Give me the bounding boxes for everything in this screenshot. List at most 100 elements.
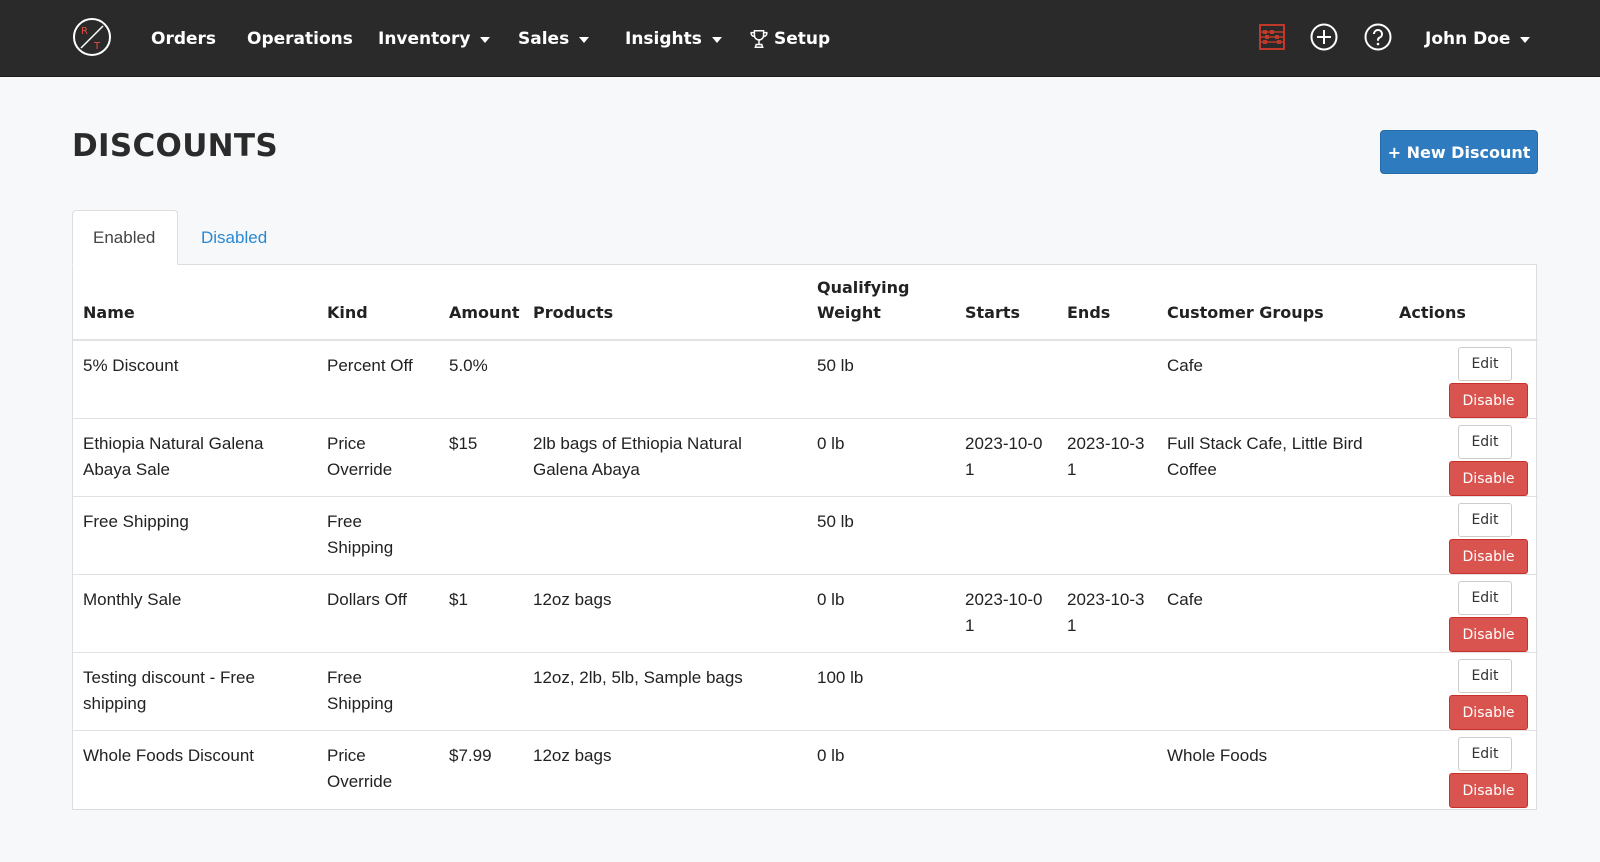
cell-starts <box>955 731 1057 809</box>
cell-kind: Price Override <box>317 418 439 497</box>
table-row: 5% Discount Percent Off 5.0% 50 lb Cafe … <box>73 340 1538 419</box>
col-header-qualifying-weight[interactable]: Qualifying Weight <box>807 265 955 341</box>
nav-operations-label: Operations <box>247 28 353 49</box>
cell-weight: 50 lb <box>807 340 955 419</box>
cell-products: 12oz, 2lb, 5lb, Sample bags <box>523 652 807 731</box>
new-discount-button[interactable]: + New Discount <box>1380 130 1538 174</box>
table-row: Testing discount - Free shipping Free Sh… <box>73 652 1538 731</box>
cell-actions: Edit Disable <box>1389 731 1538 809</box>
col-header-customer-groups[interactable]: Customer Groups <box>1157 265 1389 341</box>
disable-button[interactable]: Disable <box>1449 383 1528 418</box>
edit-button[interactable]: Edit <box>1458 659 1512 693</box>
cell-products <box>523 340 807 419</box>
cell-groups <box>1157 652 1389 731</box>
cell-actions: Edit Disable <box>1389 496 1538 575</box>
cell-amount <box>439 496 523 575</box>
user-menu-label: John Doe <box>1425 28 1511 49</box>
nav-inventory[interactable]: Inventory <box>378 0 491 77</box>
col-header-products[interactable]: Products <box>523 265 807 341</box>
disable-button[interactable]: Disable <box>1449 695 1528 730</box>
col-header-name[interactable]: Name <box>73 265 317 341</box>
disable-button[interactable]: Disable <box>1449 539 1528 574</box>
cell-starts <box>955 340 1057 419</box>
cell-name: Ethiopia Natural Galena Abaya Sale <box>73 418 317 497</box>
cell-kind: Free Shipping <box>317 496 439 575</box>
cell-kind: Price Override <box>327 746 393 791</box>
col-header-actions: Actions <box>1389 265 1538 341</box>
table-row: Ethiopia Natural Galena Abaya Sale Price… <box>73 418 1538 497</box>
cell-actions: Edit Disable <box>1389 652 1538 731</box>
cell-ends <box>1057 496 1157 575</box>
disable-button[interactable]: Disable <box>1449 617 1528 652</box>
nav-setup-label: Setup <box>774 28 831 49</box>
col-header-kind[interactable]: Kind <box>317 265 439 341</box>
col-header-ends[interactable]: Ends <box>1057 265 1157 341</box>
table-row: Whole Foods Discount Price Override $7.9… <box>73 731 1538 809</box>
cell-groups: Whole Foods <box>1167 746 1268 765</box>
chevron-down-icon <box>1520 36 1531 43</box>
chevron-down-icon <box>579 36 590 43</box>
tab-enabled[interactable]: Enabled <box>72 210 178 265</box>
help-circle-icon[interactable] <box>1363 22 1393 52</box>
top-navbar: R T Orders Operations Inventory Sales In… <box>0 0 1600 77</box>
cell-starts: 2023-10-01 <box>955 574 1057 653</box>
nav-orders-label: Orders <box>151 28 217 49</box>
nav-orders[interactable]: Orders <box>151 0 216 77</box>
col-header-amount[interactable]: Amount <box>439 265 523 341</box>
disable-button[interactable]: Disable <box>1449 773 1528 808</box>
discounts-table-container: Name Kind Amount Products Qualifying Wei… <box>72 264 1538 810</box>
cell-weight: 0 lb <box>807 574 955 653</box>
cell-name: 5% Discount <box>73 340 317 419</box>
cell-ends <box>1057 731 1157 809</box>
cell-amount: $7.99 <box>449 746 492 765</box>
nav-insights[interactable]: Insights <box>625 0 722 77</box>
svg-text:T: T <box>93 41 101 52</box>
cell-name: Free Shipping <box>73 496 317 575</box>
tab-disabled[interactable]: Disabled <box>181 210 287 265</box>
cell-name: Testing discount - Free shipping <box>73 652 317 731</box>
cell-groups: Cafe <box>1157 574 1389 653</box>
cell-kind: Free Shipping <box>317 652 439 731</box>
cell-products: 12oz bags <box>523 574 807 653</box>
cell-groups: Full Stack Cafe, Little Bird Coffee <box>1157 418 1389 497</box>
cell-actions: Edit Disable <box>1389 574 1538 653</box>
cell-kind: Dollars Off <box>317 574 439 653</box>
cell-starts: 2023-10-01 <box>955 418 1057 497</box>
edit-button[interactable]: Edit <box>1458 347 1512 381</box>
col-header-qualifying-weight-line2: Weight <box>817 303 881 322</box>
edit-button[interactable]: Edit <box>1458 581 1512 615</box>
user-menu[interactable]: John Doe <box>1425 0 1531 77</box>
abacus-icon[interactable] <box>1257 22 1287 52</box>
col-header-starts[interactable]: Starts <box>955 265 1057 341</box>
table-row: Monthly Sale Dollars Off $1 12oz bags 0 … <box>73 574 1538 653</box>
cell-ends <box>1057 652 1157 731</box>
plus-circle-icon[interactable] <box>1309 22 1339 52</box>
cell-groups <box>1157 496 1389 575</box>
cell-weight: 0 lb <box>817 746 845 765</box>
cell-actions: Edit Disable <box>1389 340 1538 419</box>
nav-inventory-label: Inventory <box>378 28 471 49</box>
svg-text:R: R <box>81 26 88 37</box>
cell-products: 12oz bags <box>533 746 612 765</box>
nav-sales-label: Sales <box>518 28 570 49</box>
cell-ends: 2023-10-31 <box>1057 574 1157 653</box>
edit-button[interactable]: Edit <box>1458 425 1512 459</box>
cell-actions: Edit Disable <box>1389 418 1538 497</box>
trophy-icon <box>750 29 768 48</box>
cell-name: Monthly Sale <box>73 574 317 653</box>
cell-ends: 2023-10-31 <box>1057 418 1157 497</box>
cell-weight: 100 lb <box>807 652 955 731</box>
cell-name: Whole Foods Discount <box>83 746 255 765</box>
nav-setup[interactable]: Setup <box>748 0 830 77</box>
cell-ends <box>1057 340 1157 419</box>
cell-groups: Cafe <box>1157 340 1389 419</box>
nav-sales[interactable]: Sales <box>518 0 590 77</box>
chevron-down-icon <box>711 36 722 43</box>
nav-operations[interactable]: Operations <box>247 0 353 77</box>
edit-button[interactable]: Edit <box>1458 503 1512 537</box>
table-header-row: Name Kind Amount Products Qualifying Wei… <box>73 265 1538 341</box>
logo-icon[interactable]: R T <box>72 17 112 57</box>
disable-button[interactable]: Disable <box>1449 461 1528 496</box>
edit-button[interactable]: Edit <box>1458 737 1512 771</box>
cell-weight: 0 lb <box>807 418 955 497</box>
